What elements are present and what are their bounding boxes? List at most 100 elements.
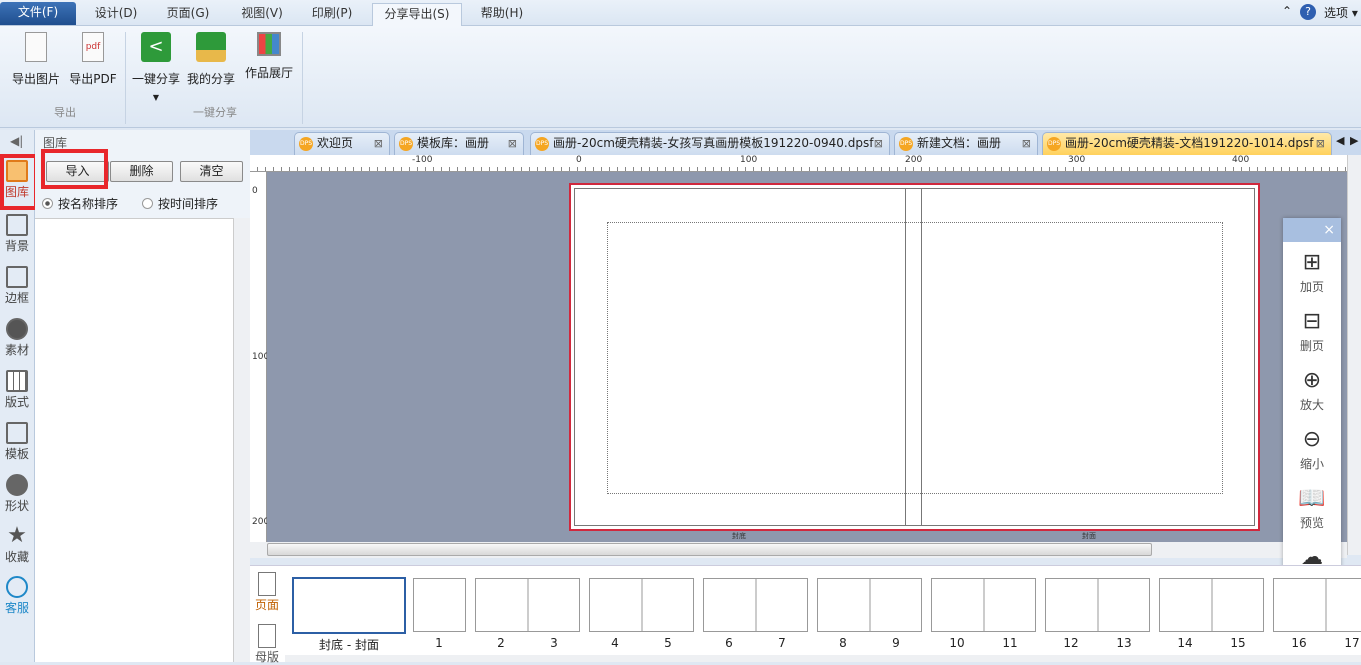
menu-print[interactable]: 印刷(P) <box>300 3 364 26</box>
thumbnail-page[interactable] <box>413 578 466 632</box>
clear-button[interactable]: 清空 <box>180 161 243 182</box>
menu-file[interactable]: 文件(F) <box>0 2 76 25</box>
thumbnail-spread[interactable] <box>931 578 1036 632</box>
sidebar-item-support[interactable]: 客服 <box>2 576 32 616</box>
sidebar-item-shape[interactable]: 形状 <box>2 474 32 514</box>
image-list[interactable] <box>35 218 233 662</box>
thumbnail-spread[interactable] <box>817 578 922 632</box>
close-icon[interactable]: ⊠ <box>1316 133 1325 154</box>
tab-new-document[interactable]: DPS 新建文档：画册 ⊠ <box>894 132 1038 155</box>
label: 导出PDF <box>69 72 117 86</box>
thumbnail-spread[interactable] <box>703 578 808 632</box>
sidebar-item-border[interactable]: 边框 <box>2 266 32 306</box>
close-icon[interactable]: ⊠ <box>874 133 883 154</box>
label: 放大 <box>1299 398 1324 412</box>
dropdown-arrow-icon[interactable]: ▼ <box>128 93 184 102</box>
book-icon: 📖 <box>1298 486 1326 511</box>
zoom-in-icon: ⊕ <box>1302 368 1322 393</box>
divider <box>125 32 126 124</box>
bottom-tab-pages[interactable]: 页面 <box>252 572 282 613</box>
zoom-in-button[interactable]: ⊕ 放大 <box>1283 368 1341 413</box>
close-icon[interactable]: ⊠ <box>374 133 383 154</box>
menu-bar: 文件(F) 设计(D) 页面(G) 视图(V) 印刷(P) 分享导出(S) 帮助… <box>0 0 1361 26</box>
menu-page[interactable]: 页面(G) <box>156 3 220 26</box>
left-tool-strip: ◀| 图库 背景 边框 素材 版式 模板 形状 ★ 收藏 客服 <box>0 130 38 662</box>
tab-welcome[interactable]: DPS 欢迎页 ⊠ <box>294 132 390 155</box>
zoom-out-icon: ⊖ <box>1302 427 1322 452</box>
sidebar-item-template[interactable]: 模板 <box>2 422 32 462</box>
close-icon[interactable]: ⊠ <box>508 133 517 154</box>
thumbnail-label: 1 <box>435 636 443 650</box>
thumbnail-label: 9 <box>892 636 900 650</box>
gallery-button[interactable]: 作品展厅 <box>241 32 297 81</box>
label: 客服 <box>4 601 29 615</box>
album-spread[interactable] <box>569 183 1260 531</box>
thumbnail-label: 5 <box>664 636 672 650</box>
menu-design[interactable]: 设计(D) <box>84 3 148 26</box>
page-label-back: 封底 <box>732 532 746 540</box>
collapse-panel-icon[interactable]: ◀| <box>10 134 23 148</box>
one-click-share-button[interactable]: < 一键分享 ▼ <box>128 32 184 102</box>
delete-button[interactable]: 删除 <box>110 161 173 182</box>
export-pdf-button[interactable]: pdf 导出PDF <box>65 32 121 87</box>
tab-template-library[interactable]: DPS 模板库：画册 ⊠ <box>394 132 524 155</box>
thumbnail-scrollbar[interactable] <box>285 655 1361 662</box>
delete-page-icon: ⊟ <box>1302 309 1322 334</box>
menu-help[interactable]: 帮助(H) <box>470 3 534 26</box>
menu-view[interactable]: 视图(V) <box>230 3 294 26</box>
border-icon <box>6 266 28 288</box>
scroll-thumb[interactable] <box>267 543 1152 556</box>
label: 缩小 <box>1299 457 1324 471</box>
label: 一键分享 <box>131 72 180 86</box>
tab-scroll-left-icon[interactable]: ◀ <box>1336 134 1344 147</box>
vertical-ruler: 0 100 200 <box>250 172 269 542</box>
help-icon[interactable]: ? <box>1300 4 1316 20</box>
preview-button[interactable]: 📖 预览 <box>1283 486 1341 531</box>
grid-icon <box>6 370 28 392</box>
ruler-label: 0 <box>576 155 582 165</box>
label: 素材 <box>4 343 29 357</box>
dps-icon: DPS <box>399 137 413 151</box>
sort-by-time-radio[interactable]: 按时间排序 <box>142 195 218 212</box>
bottom-tab-master[interactable]: 母版 <box>252 624 282 665</box>
close-icon[interactable]: ⊠ <box>1022 133 1031 154</box>
options-menu[interactable]: 选项 ▾ <box>1324 4 1358 21</box>
thumbnail-label: 封底 - 封面 <box>319 638 379 652</box>
sidebar-item-layout[interactable]: 版式 <box>2 370 32 410</box>
my-share-button[interactable]: 我的分享 <box>183 32 239 87</box>
delete-page-button[interactable]: ⊟ 删页 <box>1283 309 1341 354</box>
canvas-horizontal-scrollbar[interactable] <box>250 542 1347 558</box>
export-image-button[interactable]: 导出图片 <box>8 32 64 87</box>
menu-share-export[interactable]: 分享导出(S) <box>372 3 462 26</box>
canvas-vertical-scrollbar[interactable] <box>1347 155 1361 555</box>
thumbnail-cover[interactable] <box>292 577 406 634</box>
tab-girl-album[interactable]: DPS 画册-20cm硬壳精装-女孩写真画册模板191220-0940.dpsf ⊠ <box>530 132 890 155</box>
canvas-area[interactable]: 封底 封面 <box>267 172 1347 542</box>
thumbnail-label: 14 <box>1177 636 1193 650</box>
sidebar-item-background[interactable]: 背景 <box>2 214 32 254</box>
panel-scrollbar[interactable] <box>233 218 250 662</box>
zoom-out-button[interactable]: ⊖ 缩小 <box>1283 427 1341 472</box>
thumbnail-label: 3 <box>550 636 558 650</box>
close-icon[interactable]: × <box>1283 218 1341 242</box>
collapse-ribbon-icon[interactable]: ⌃ <box>1282 4 1292 18</box>
ruler-label: 400 <box>1232 155 1250 165</box>
thumbnail-spread[interactable] <box>1273 578 1361 632</box>
thumbnail-label: 11 <box>1002 636 1018 650</box>
master-page-icon <box>258 624 276 648</box>
thumbnail-spread[interactable] <box>1159 578 1264 632</box>
label: 模板库：画册 <box>417 136 490 150</box>
tab-current-document[interactable]: DPS 画册-20cm硬壳精装-文档191220-1014.dpsf ⊠ <box>1042 132 1332 155</box>
label: 形状 <box>4 499 29 513</box>
presentation-board-icon <box>257 32 281 56</box>
page-thumbnail-strip: 页面 母版 封底 - 封面 1 2 3 4 5 6 7 8 9 10 11 12 13 14 15 16 17 <box>250 565 1361 665</box>
tab-scroll-right-icon[interactable]: ▶ <box>1350 134 1358 147</box>
thumbnail-spread[interactable] <box>1045 578 1150 632</box>
dps-icon: DPS <box>299 137 313 151</box>
sidebar-item-favorites[interactable]: ★ 收藏 <box>2 524 32 565</box>
thumbnail-spread[interactable] <box>475 578 580 632</box>
sort-by-name-radio[interactable]: 按名称排序 <box>42 195 118 212</box>
add-page-button[interactable]: ⊞ 加页 <box>1283 250 1341 295</box>
thumbnail-spread[interactable] <box>589 578 694 632</box>
sidebar-item-material[interactable]: 素材 <box>2 318 32 358</box>
